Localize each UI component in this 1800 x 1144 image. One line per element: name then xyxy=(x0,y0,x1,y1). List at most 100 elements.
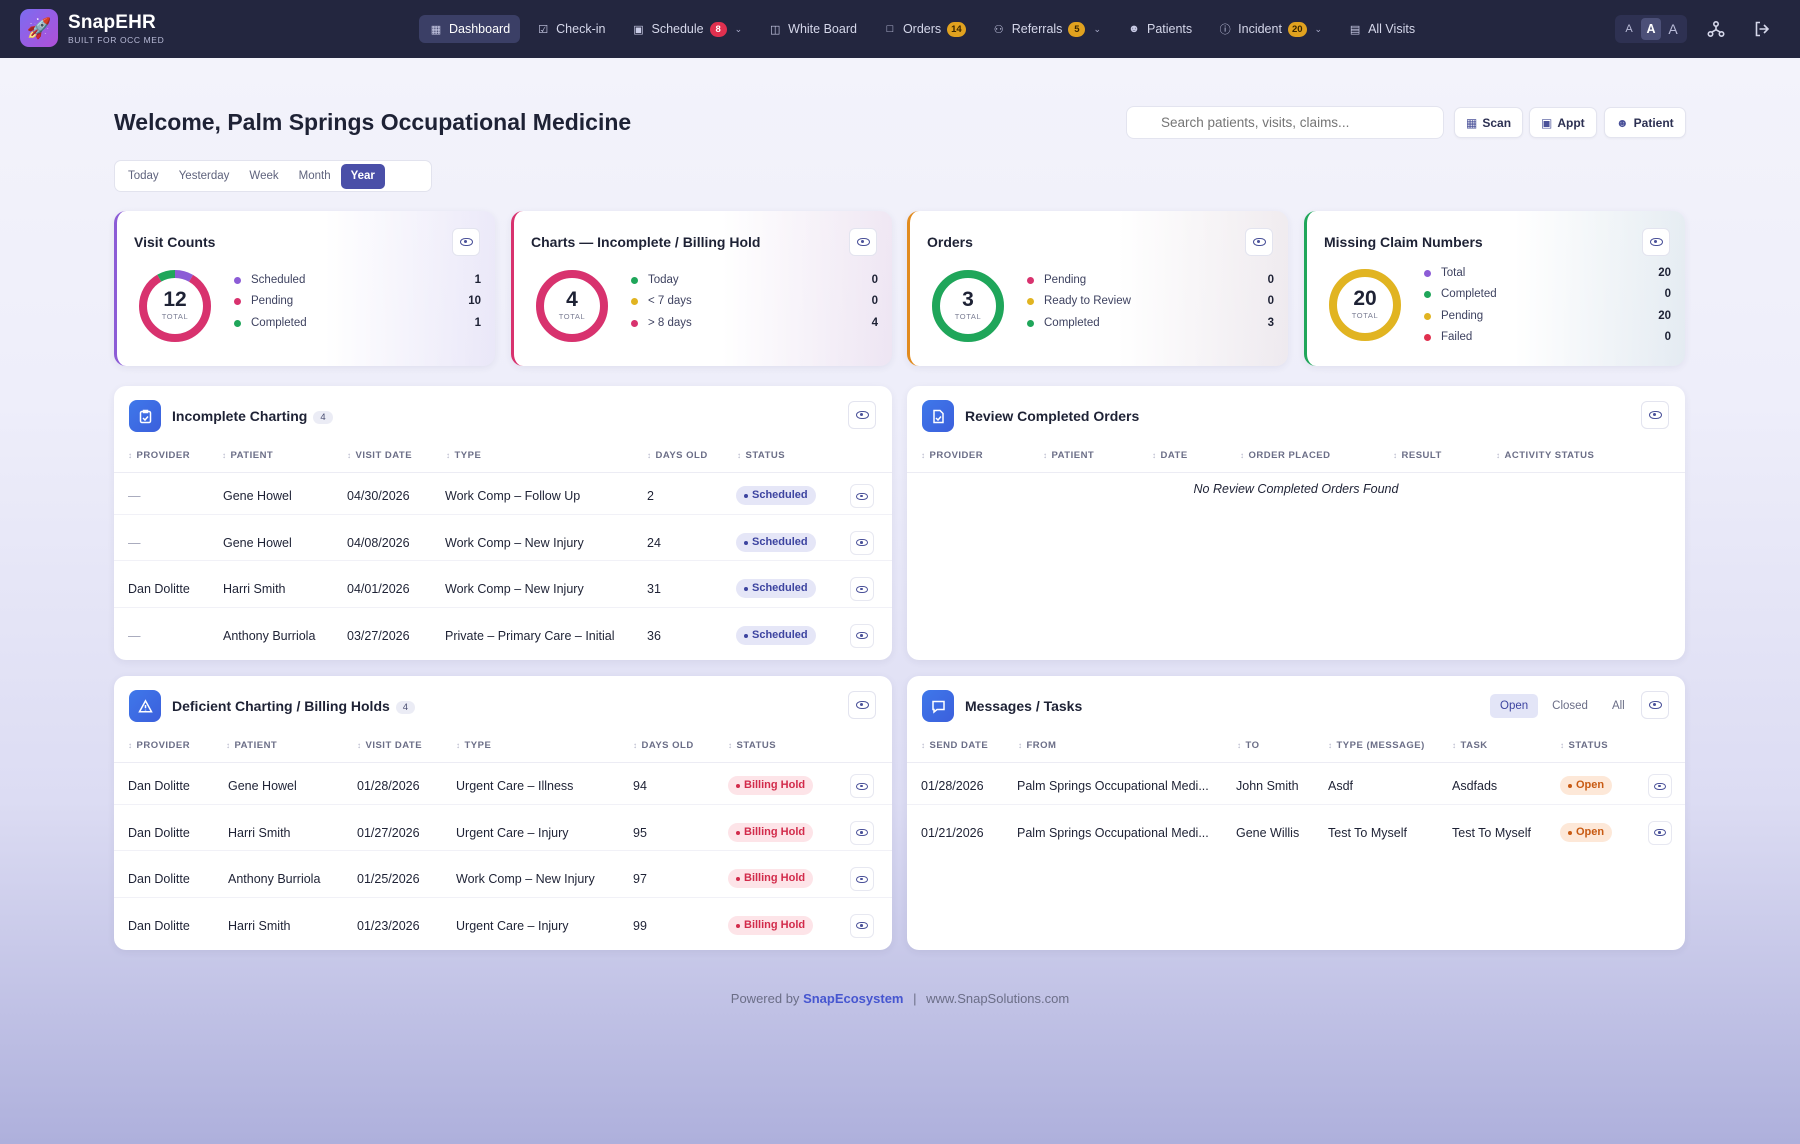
col-days-old[interactable]: DAYS OLD xyxy=(633,740,694,751)
row-view-button[interactable] xyxy=(1648,774,1672,798)
nav-label: White Board xyxy=(788,22,857,36)
nav-patients[interactable]: ☻ Patients xyxy=(1117,15,1202,43)
view-eye-button[interactable] xyxy=(1245,228,1273,256)
font-size-small[interactable]: A xyxy=(1619,18,1639,40)
col-date[interactable]: DATE xyxy=(1152,450,1188,461)
legend-value: 1 xyxy=(474,316,481,329)
chevron-down-icon[interactable]: ⌄ xyxy=(735,24,743,35)
period-week[interactable]: Week xyxy=(239,164,288,189)
view-eye-button[interactable] xyxy=(1642,228,1670,256)
eye-icon xyxy=(856,922,868,929)
nav-dashboard[interactable]: ▦ Dashboard xyxy=(419,15,521,43)
legend-value: 1 xyxy=(474,274,481,286)
col-provider[interactable]: PROVIDER xyxy=(128,450,190,461)
eye-icon xyxy=(1649,238,1663,246)
legend-dot xyxy=(631,298,638,306)
cell-to: Gene Willis xyxy=(1236,825,1300,840)
nav-all-visits[interactable]: ▤ All Visits xyxy=(1338,15,1425,43)
legend-dot xyxy=(1027,319,1034,327)
nav-incident[interactable]: ⓘ Incident 20 ⌄ xyxy=(1208,15,1332,43)
view-eye-button[interactable] xyxy=(848,691,876,719)
col-from[interactable]: FROM xyxy=(1018,740,1056,751)
col-activity-status[interactable]: ACTIVITY STATUS xyxy=(1496,450,1594,461)
search-input[interactable] xyxy=(1126,106,1444,139)
cell-patient: Harri Smith xyxy=(228,825,291,840)
col-visit-date[interactable]: VISIT DATE xyxy=(347,450,412,461)
col-provider[interactable]: PROVIDER xyxy=(128,740,190,751)
tab-closed[interactable]: Closed xyxy=(1542,694,1598,718)
col-task[interactable]: TASK xyxy=(1452,740,1488,751)
legend-item: Ready to Review 0 xyxy=(1027,295,1274,309)
legend-dot xyxy=(1424,291,1431,299)
row-view-button[interactable] xyxy=(850,623,874,648)
font-size-large[interactable]: A xyxy=(1663,18,1683,40)
col-status[interactable]: STATUS xyxy=(1560,740,1608,751)
col-type[interactable]: TYPE xyxy=(446,450,481,461)
legend-dot xyxy=(1424,333,1431,341)
snapecosystem-link[interactable]: SnapEcosystem xyxy=(803,991,903,1006)
tab-all[interactable]: All xyxy=(1602,694,1635,718)
col-patient[interactable]: PATIENT xyxy=(226,740,277,751)
col-to[interactable]: TO xyxy=(1237,740,1260,751)
chevron-down-icon[interactable]: ⌄ xyxy=(1315,24,1323,35)
clipboard-icon xyxy=(129,400,161,432)
period-yesterday[interactable]: Yesterday xyxy=(169,164,240,189)
col-patient[interactable]: PATIENT xyxy=(1043,450,1094,461)
col-type-message[interactable]: TYPE (MESSAGE) xyxy=(1328,740,1425,751)
col-order-placed[interactable]: ORDER PLACED xyxy=(1240,450,1331,461)
nav-orders[interactable]: □ Orders 14 xyxy=(873,15,976,43)
incomplete-charting-title: Incomplete Charting 4 xyxy=(172,408,333,424)
col-result[interactable]: RESULT xyxy=(1393,450,1442,461)
nav-referrals[interactable]: ⚇ Referrals 5 ⌄ xyxy=(982,15,1111,43)
row-view-button[interactable] xyxy=(850,913,874,938)
row-view-button[interactable] xyxy=(1648,820,1672,845)
font-size-medium[interactable]: A xyxy=(1641,18,1661,40)
cell-visit-date: 03/27/2026 xyxy=(347,628,410,643)
view-eye-button[interactable] xyxy=(1641,401,1669,429)
deficient-charting-panel: Deficient Charting / Billing Holds 4 PROV… xyxy=(114,676,892,950)
col-visit-date[interactable]: VISIT DATE xyxy=(357,740,422,751)
row-view-button[interactable] xyxy=(850,774,874,798)
rocket-logo-icon[interactable]: 🚀 xyxy=(20,9,58,47)
eye-icon xyxy=(856,238,870,246)
footer-site[interactable]: www.SnapSolutions.com xyxy=(926,991,1069,1006)
row-view-button[interactable] xyxy=(850,820,874,845)
network-icon[interactable] xyxy=(1703,16,1729,42)
legend-dot xyxy=(1424,270,1431,277)
col-send-date[interactable]: SEND DATE xyxy=(921,740,988,751)
add-patient-button[interactable]: ☻ Patient xyxy=(1604,107,1686,138)
row-view-button[interactable] xyxy=(850,530,874,555)
divider xyxy=(907,472,1685,473)
legend-value: 20 xyxy=(1658,267,1671,279)
scan-button[interactable]: ▦ Scan xyxy=(1454,107,1524,138)
view-eye-button[interactable] xyxy=(1641,691,1669,719)
col-patient[interactable]: PATIENT xyxy=(222,450,273,461)
view-eye-button[interactable] xyxy=(848,401,876,429)
appt-button[interactable]: ▣ Appt xyxy=(1529,107,1597,138)
view-eye-button[interactable] xyxy=(849,228,877,256)
period-today[interactable]: Today xyxy=(118,164,169,189)
period-month[interactable]: Month xyxy=(289,164,341,189)
cell-task: Asdfads xyxy=(1452,779,1498,793)
cell-send-date: 01/21/2026 xyxy=(921,825,984,840)
col-status[interactable]: STATUS xyxy=(728,740,776,751)
cell-visit-date: 01/28/2026 xyxy=(357,779,420,793)
row-view-button[interactable] xyxy=(850,867,874,891)
col-status[interactable]: STATUS xyxy=(737,450,785,461)
tab-open[interactable]: Open xyxy=(1490,694,1539,718)
divider xyxy=(114,762,892,763)
nav-schedule[interactable]: ▣ Schedule 8 ⌄ xyxy=(621,15,752,43)
col-type[interactable]: TYPE xyxy=(456,740,491,751)
col-days-old[interactable]: DAYS OLD xyxy=(647,450,708,461)
eye-icon xyxy=(856,539,868,546)
chevron-down-icon[interactable]: ⌄ xyxy=(1093,24,1101,35)
period-year[interactable]: Year xyxy=(340,163,385,189)
row-view-button[interactable] xyxy=(850,484,874,508)
view-eye-button[interactable] xyxy=(452,228,480,256)
nav-white-board[interactable]: ◫ White Board xyxy=(758,15,867,43)
logout-icon[interactable] xyxy=(1749,16,1775,42)
col-provider[interactable]: PROVIDER xyxy=(921,450,983,461)
row-view-button[interactable] xyxy=(850,577,874,601)
legend-value: 0 xyxy=(871,274,878,286)
nav-check-in[interactable]: ☑ Check-in xyxy=(526,15,615,43)
